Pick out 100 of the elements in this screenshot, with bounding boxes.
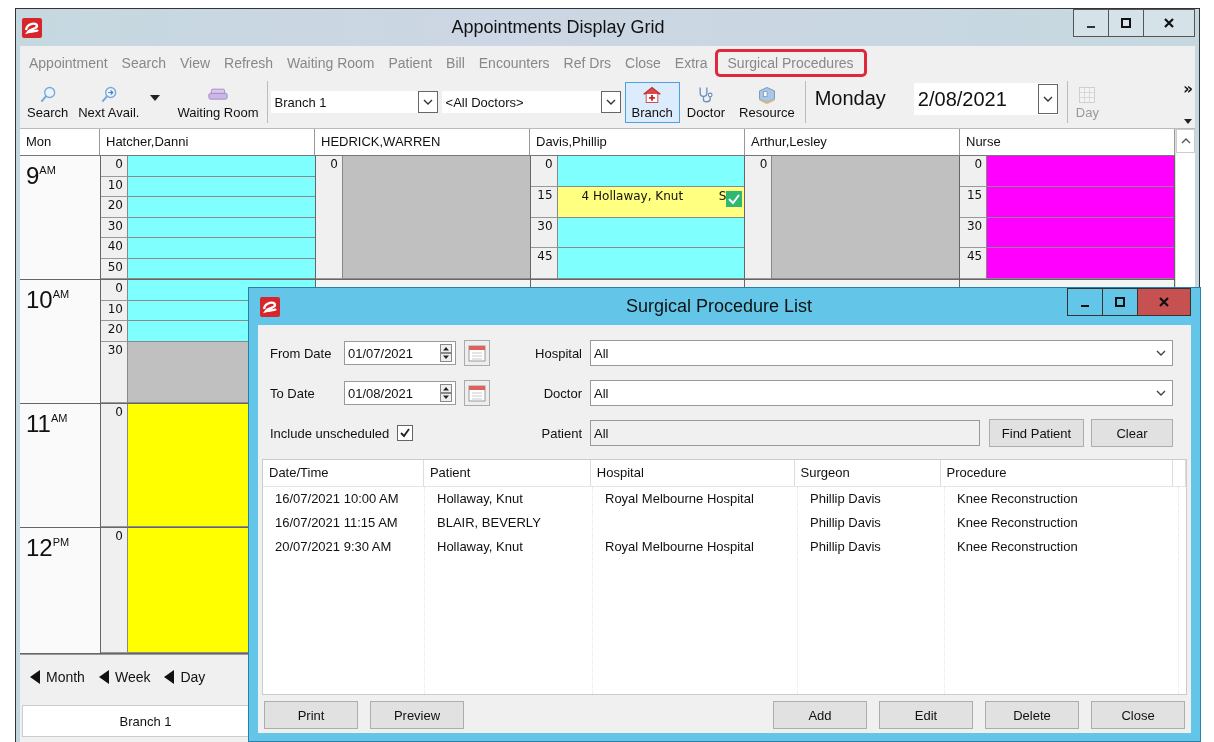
field-label: Patient bbox=[540, 425, 582, 441]
column-header[interactable]: Davis,Phillip bbox=[530, 129, 745, 155]
maximize-button[interactable] bbox=[1108, 9, 1144, 37]
minute-label: 40 bbox=[101, 238, 128, 259]
table-cell: Phillip Davis bbox=[810, 539, 881, 554]
table-cell: Phillip Davis bbox=[810, 491, 881, 506]
field-label: From Date bbox=[270, 345, 333, 361]
dialog-button[interactable]: Preview bbox=[370, 701, 464, 729]
calendar-icon bbox=[468, 384, 486, 402]
time-slot[interactable] bbox=[557, 217, 745, 249]
view-toggle-button[interactable]: Doctor bbox=[679, 81, 733, 123]
time-slot[interactable] bbox=[557, 248, 745, 279]
house-cross-icon bbox=[641, 84, 664, 105]
caret-icon[interactable] bbox=[1184, 119, 1193, 124]
next-available-button[interactable]: Next Avail. bbox=[73, 81, 145, 123]
maximize-icon bbox=[1114, 296, 1126, 308]
time-slot[interactable]: 4 Hollaway, Knut S bbox=[557, 186, 745, 218]
table-cell: Royal Melbourne Hospital bbox=[605, 539, 754, 554]
column-header[interactable]: Procedure bbox=[940, 460, 1173, 486]
hour-label: 11$^{AM}$ bbox=[26, 410, 68, 438]
minute-label: 20 bbox=[101, 321, 128, 342]
close-button[interactable] bbox=[1143, 9, 1195, 37]
column-header[interactable]: Surgeon bbox=[794, 460, 941, 486]
column-header[interactable]: Arthur,Lesley bbox=[745, 129, 960, 155]
hospital-dropdown[interactable]: All bbox=[590, 340, 1173, 366]
scroll-up-icon[interactable] bbox=[1180, 138, 1191, 144]
time-slot[interactable] bbox=[128, 176, 315, 197]
app-logo-icon bbox=[260, 296, 280, 317]
doctor-dropdown[interactable]: <All Doctors> bbox=[441, 91, 621, 113]
spinner-button[interactable] bbox=[440, 384, 452, 402]
dialog-button[interactable]: Delete bbox=[985, 701, 1079, 729]
time-slot[interactable] bbox=[128, 217, 315, 238]
chevron-down-icon bbox=[605, 99, 616, 105]
search-button[interactable]: Search bbox=[22, 81, 74, 123]
overflow-button[interactable]: » bbox=[1183, 80, 1193, 98]
minute-label: 0 bbox=[101, 404, 128, 527]
time-slot[interactable] bbox=[128, 197, 315, 218]
column-header: Mon bbox=[20, 129, 100, 155]
minute-label: 0 bbox=[101, 280, 128, 301]
column-header[interactable]: Patient bbox=[423, 460, 591, 486]
date-field[interactable]: 01/08/2021 bbox=[344, 381, 456, 405]
patient-field[interactable]: All bbox=[590, 420, 980, 446]
minimize-icon bbox=[1087, 26, 1095, 28]
column-header[interactable]: Nurse bbox=[960, 129, 1175, 155]
minute-label: 0 bbox=[101, 528, 128, 653]
column-header[interactable]: Date/Time bbox=[263, 460, 424, 486]
column-header[interactable]: Hospital bbox=[590, 460, 795, 486]
time-slot[interactable] bbox=[128, 258, 315, 279]
chevron-down-icon bbox=[1156, 390, 1166, 396]
field-label: To Date bbox=[270, 385, 316, 401]
clear-button[interactable]: Clear bbox=[1091, 419, 1173, 447]
dialog-button[interactable]: Print bbox=[264, 701, 358, 729]
view-toggle-button[interactable]: Branch bbox=[624, 81, 680, 123]
view-toggle-button[interactable]: Resource bbox=[732, 81, 802, 123]
date-dropdown[interactable]: 2/08/2021 bbox=[913, 83, 1058, 115]
calendar-button[interactable] bbox=[464, 340, 490, 366]
dialog-button[interactable]: Add bbox=[773, 701, 867, 729]
nav-button[interactable]: Week bbox=[98, 669, 151, 685]
column-header[interactable]: HEDRICK,WARREN bbox=[315, 129, 530, 155]
table-cell: Knee Reconstruction bbox=[957, 491, 1078, 506]
minute-label: 0 bbox=[960, 156, 988, 187]
find-patient-button[interactable]: Find Patient bbox=[989, 419, 1084, 447]
time-slot[interactable] bbox=[128, 156, 315, 177]
window-title: Appointments Display Grid bbox=[450, 17, 666, 38]
date-field[interactable]: 01/07/2021 bbox=[344, 341, 456, 365]
minute-label: 0 bbox=[101, 156, 128, 177]
table-cell: 20/07/2021 9:30 AM bbox=[275, 539, 392, 554]
table-cell: Knee Reconstruction bbox=[957, 515, 1078, 530]
spinner-button[interactable] bbox=[440, 344, 452, 362]
column-header[interactable]: Hatcher,Danni bbox=[100, 129, 315, 155]
minute-label: 0 bbox=[315, 156, 343, 279]
left-triangle-icon bbox=[164, 670, 175, 684]
doctor-dropdown[interactable]: All bbox=[590, 380, 1173, 406]
caret-icon bbox=[150, 95, 161, 101]
table-cell: Hollaway, Knut bbox=[437, 539, 523, 554]
minimize-button[interactable] bbox=[1073, 9, 1109, 37]
minimize-button[interactable] bbox=[1067, 288, 1103, 316]
checkbox[interactable] bbox=[397, 425, 414, 441]
calendar-button[interactable] bbox=[464, 380, 490, 406]
left-triangle-icon bbox=[98, 670, 109, 684]
table-cell: 16/07/2021 11:15 AM bbox=[275, 515, 398, 530]
table-cell: Phillip Davis bbox=[810, 515, 881, 530]
nav-button[interactable]: Day bbox=[164, 669, 206, 685]
minute-label: 45 bbox=[530, 248, 558, 279]
calendar-icon bbox=[468, 344, 486, 362]
minute-label: 20 bbox=[101, 197, 128, 218]
nav-button[interactable]: Month bbox=[30, 669, 85, 685]
dialog-button[interactable]: Edit bbox=[879, 701, 973, 729]
minute-label: 10 bbox=[101, 300, 128, 321]
waiting-room-button[interactable]: Waiting Room bbox=[172, 81, 264, 123]
dialog-button[interactable]: Close bbox=[1091, 701, 1185, 729]
maximize-button[interactable] bbox=[1102, 288, 1138, 316]
time-slot[interactable] bbox=[128, 238, 315, 259]
time-slot[interactable] bbox=[557, 156, 745, 187]
branch-dropdown[interactable]: Branch 1 bbox=[270, 91, 438, 113]
hour-label: 10$^{AM}$ bbox=[26, 286, 70, 314]
chevron-down-icon bbox=[1156, 350, 1166, 356]
hour-label: 12$^{PM}$ bbox=[26, 534, 70, 562]
hour-label: 9$^{AM}$ bbox=[26, 162, 56, 190]
dialog-title: Surgical Procedure List bbox=[624, 296, 814, 317]
